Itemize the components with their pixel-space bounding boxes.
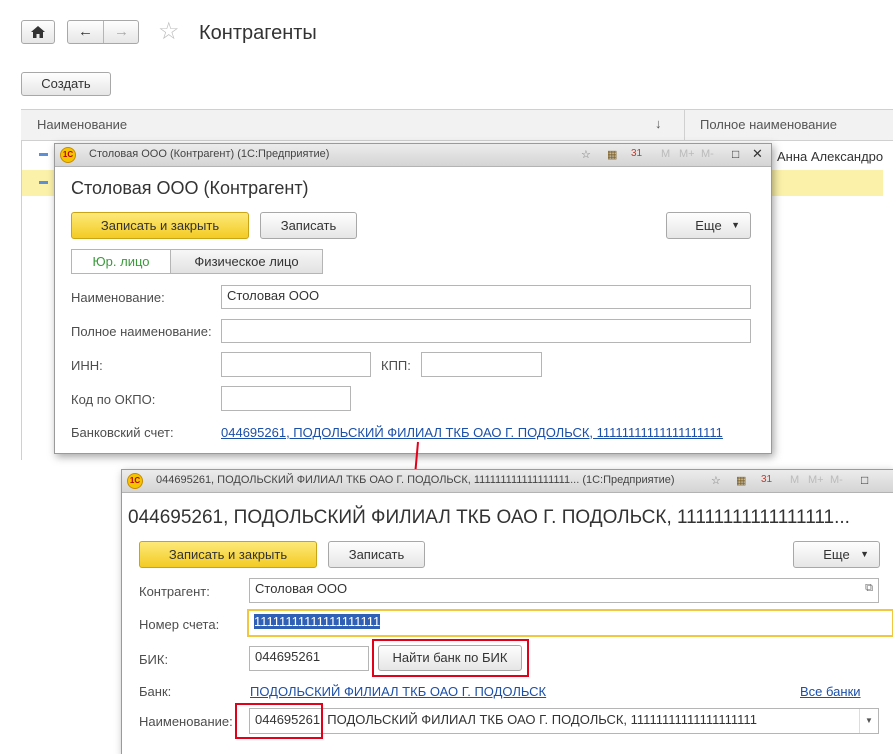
maximize-icon[interactable]: □ bbox=[861, 473, 868, 487]
calendar-icon[interactable]: 31 bbox=[631, 148, 642, 159]
memory-icon[interactable]: M bbox=[790, 474, 799, 486]
window-titlebar: 1С Столовая ООО (Контрагент) (1С:Предпри… bbox=[55, 144, 771, 167]
more-label: Еще bbox=[823, 547, 850, 562]
memory-minus-icon[interactable]: M- bbox=[701, 148, 714, 160]
account-number-label: Номер счета: bbox=[139, 617, 220, 632]
window-title: Столовая ООО (Контрагент) (1С:Предприяти… bbox=[89, 148, 330, 160]
find-bank-by-bik-button[interactable]: Найти банк по БИК bbox=[378, 645, 522, 671]
form-heading: 044695261, ПОДОЛЬСКИЙ ФИЛИАЛ ТКБ ОАО Г. … bbox=[128, 507, 850, 528]
more-button[interactable]: Еще ▼ bbox=[666, 212, 751, 239]
highlight-box bbox=[235, 703, 323, 739]
dropdown-arrow-icon: ▼ bbox=[860, 549, 869, 559]
all-banks-link[interactable]: Все банки bbox=[800, 684, 861, 699]
tab-legal-entity[interactable]: Юр. лицо bbox=[71, 249, 171, 274]
1c-logo-icon: 1С bbox=[127, 473, 143, 489]
fullname-label: Полное наименование: bbox=[71, 324, 212, 339]
table-body-border bbox=[21, 140, 22, 460]
counterparty-value: Столовая ООО bbox=[255, 581, 348, 596]
close-icon[interactable]: ✕ bbox=[752, 146, 763, 162]
inn-field[interactable] bbox=[221, 352, 371, 377]
bik-field[interactable]: 044695261 bbox=[249, 646, 369, 671]
back-arrow-icon[interactable]: ← bbox=[68, 21, 104, 43]
calculator-icon[interactable]: ▦ bbox=[736, 474, 746, 487]
bank-name-field[interactable]: 044695261, ПОДОЛЬСКИЙ ФИЛИАЛ ТКБ ОАО Г. … bbox=[249, 708, 879, 734]
dropdown-arrow-icon[interactable]: ▼ bbox=[859, 709, 878, 733]
favorite-star-icon[interactable]: ☆ bbox=[158, 17, 180, 46]
window-titlebar: 1С 044695261, ПОДОЛЬСКИЙ ФИЛИАЛ ТКБ ОАО … bbox=[122, 470, 893, 493]
inn-label: ИНН: bbox=[71, 358, 103, 373]
bank-link[interactable]: ПОДОЛЬСКИЙ ФИЛИАЛ ТКБ ОАО Г. ПОДОЛЬСК bbox=[250, 684, 546, 699]
save-and-close-button[interactable]: Записать и закрыть bbox=[71, 212, 249, 239]
bik-label: БИК: bbox=[139, 652, 169, 667]
calendar-icon[interactable]: 31 bbox=[761, 474, 772, 485]
tab-individual[interactable]: Физическое лицо bbox=[170, 249, 323, 274]
window-title: 044695261, ПОДОЛЬСКИЙ ФИЛИАЛ ТКБ ОАО Г. … bbox=[156, 474, 675, 486]
bank-label: Банк: bbox=[139, 684, 172, 699]
column-header-fullname[interactable]: Полное наименование bbox=[700, 117, 837, 132]
bank-name-label: Наименование: bbox=[139, 714, 233, 729]
okpo-field[interactable] bbox=[221, 386, 351, 411]
bank-account-link[interactable]: 044695261, ПОДОЛЬСКИЙ ФИЛИАЛ ТКБ ОАО Г. … bbox=[221, 425, 723, 440]
bank-account-form-window: 1С 044695261, ПОДОЛЬСКИЙ ФИЛИАЛ ТКБ ОАО … bbox=[121, 469, 893, 754]
save-button[interactable]: Записать bbox=[260, 212, 357, 239]
fullname-field[interactable] bbox=[221, 319, 751, 343]
sort-down-icon[interactable]: ↓ bbox=[655, 116, 662, 131]
name-label: Наименование: bbox=[71, 290, 165, 305]
row-marker-icon bbox=[39, 153, 48, 156]
okpo-label: Код по ОКПО: bbox=[71, 392, 156, 407]
row-fullname-cell: Анна Александро bbox=[777, 149, 884, 164]
memory-plus-icon[interactable]: M+ bbox=[679, 148, 695, 160]
tab-label: Физическое лицо bbox=[194, 254, 299, 269]
more-button[interactable]: Еще ▼ bbox=[793, 541, 880, 568]
form-heading: Столовая ООО (Контрагент) bbox=[71, 178, 309, 198]
save-and-close-button[interactable]: Записать и закрыть bbox=[139, 541, 317, 568]
counterparty-label: Контрагент: bbox=[139, 584, 210, 599]
open-link-icon[interactable]: ⧉ bbox=[865, 582, 873, 595]
bank-account-label: Банковский счет: bbox=[71, 425, 174, 440]
account-number-field[interactable]: 11111111111111111111 bbox=[247, 609, 893, 637]
page-title: Контрагенты bbox=[199, 22, 317, 44]
bank-name-rest: , ПОДОЛЬСКИЙ ФИЛИАЛ ТКБ ОАО Г. ПОДОЛЬСК,… bbox=[320, 712, 757, 727]
favorite-star-icon[interactable]: ☆ bbox=[711, 474, 721, 487]
nav-back-forward: ← → bbox=[67, 20, 139, 44]
calculator-icon[interactable]: ▦ bbox=[607, 148, 617, 161]
memory-icon[interactable]: M bbox=[661, 148, 670, 160]
maximize-icon[interactable]: □ bbox=[732, 147, 739, 161]
save-button[interactable]: Записать bbox=[328, 541, 425, 568]
memory-plus-icon[interactable]: M+ bbox=[808, 474, 824, 486]
column-divider bbox=[684, 110, 685, 140]
counterparty-field[interactable]: Столовая ООО ⧉ bbox=[249, 578, 879, 603]
home-icon bbox=[31, 26, 45, 38]
account-number-value: 11111111111111111111 bbox=[254, 614, 381, 629]
kpp-label: КПП: bbox=[381, 358, 411, 373]
name-field[interactable]: Столовая ООО bbox=[221, 285, 751, 309]
counterparty-form-window: 1С Столовая ООО (Контрагент) (1С:Предпри… bbox=[54, 143, 772, 454]
favorite-star-icon[interactable]: ☆ bbox=[581, 148, 591, 161]
table-header: Наименование ↓ Полное наименование bbox=[21, 109, 893, 141]
row-marker-icon bbox=[39, 181, 48, 184]
forward-arrow-icon[interactable]: → bbox=[104, 21, 139, 43]
column-header-name[interactable]: Наименование bbox=[37, 117, 127, 132]
home-button[interactable] bbox=[21, 20, 55, 44]
create-button[interactable]: Создать bbox=[21, 72, 111, 96]
kpp-field[interactable] bbox=[421, 352, 542, 377]
more-label: Еще bbox=[695, 218, 722, 233]
memory-minus-icon[interactable]: M- bbox=[830, 474, 843, 486]
tab-label: Юр. лицо bbox=[92, 254, 150, 269]
dropdown-arrow-icon: ▼ bbox=[731, 220, 740, 230]
1c-logo-icon: 1С bbox=[60, 147, 76, 163]
